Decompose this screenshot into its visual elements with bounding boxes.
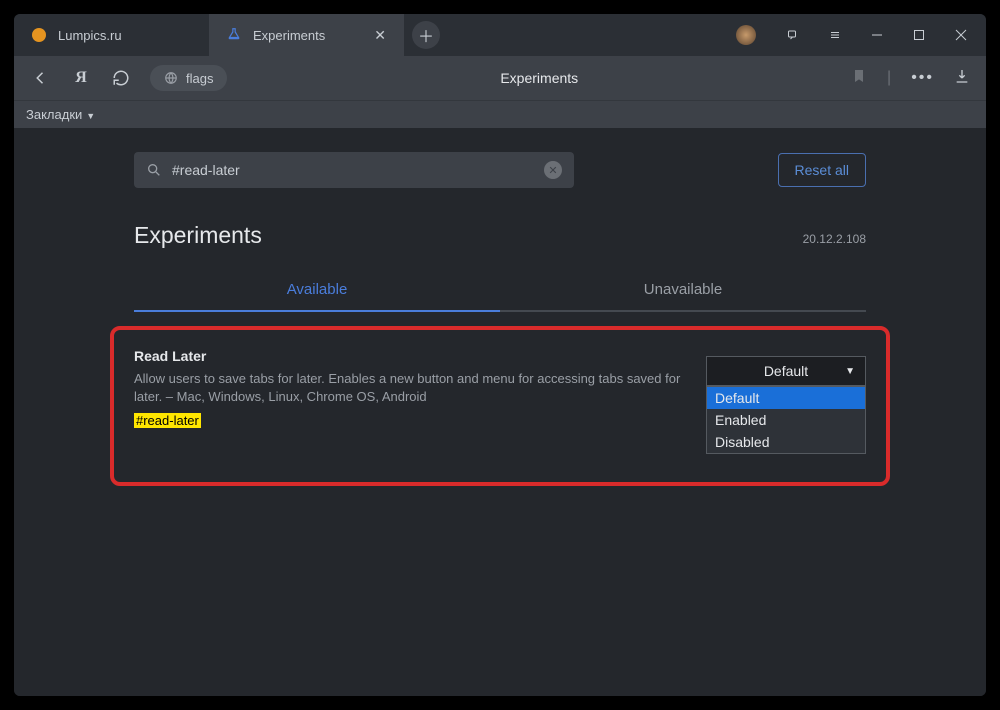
browser-window: Lumpics.ru Experiments ✕ ＋ (14, 14, 986, 696)
download-icon[interactable] (954, 68, 970, 89)
avatar[interactable] (736, 25, 756, 45)
chevron-down-icon: ▼ (845, 366, 855, 377)
more-icon[interactable]: ••• (911, 69, 934, 87)
flag-description: Allow users to save tabs for later. Enab… (134, 370, 686, 406)
flag-select: Default ▼ Default Enabled Disabled (706, 356, 866, 386)
tab-label: Experiments (253, 28, 325, 43)
home-button[interactable]: Я (70, 67, 92, 89)
search-row: ✕ Reset all (14, 152, 986, 188)
search-box[interactable]: ✕ (134, 152, 574, 188)
maximize-button[interactable] (898, 14, 940, 56)
minimize-button[interactable] (856, 14, 898, 56)
reload-button[interactable] (110, 67, 132, 89)
address-bar[interactable]: flags (150, 65, 227, 91)
flag-text: Read Later Allow users to save tabs for … (134, 348, 686, 430)
bookmarks-bar: Закладки▼ (14, 100, 986, 128)
bookmark-icon[interactable] (851, 68, 867, 89)
new-tab-button[interactable]: ＋ (412, 21, 440, 49)
menu-icon[interactable] (814, 14, 856, 56)
search-input[interactable] (172, 162, 534, 178)
back-button[interactable] (30, 67, 52, 89)
flag-card: Read Later Allow users to save tabs for … (114, 330, 886, 482)
option-default[interactable]: Default (707, 387, 865, 409)
tab-available[interactable]: Available (134, 269, 500, 312)
search-icon (146, 162, 162, 178)
window-controls (736, 14, 986, 56)
experiments-header: Experiments 20.12.2.108 (14, 222, 986, 249)
flag-select-value: Default (764, 363, 808, 379)
flag-title: Read Later (134, 348, 686, 364)
flag-select-button[interactable]: Default ▼ (706, 356, 866, 386)
chevron-down-icon: ▼ (86, 111, 95, 121)
globe-icon (164, 71, 178, 85)
separator: | (887, 69, 891, 87)
page-title: Experiments (245, 70, 833, 86)
window-close-button[interactable] (940, 14, 982, 56)
flag-hash: #read-later (134, 413, 201, 428)
option-enabled[interactable]: Enabled (707, 409, 865, 431)
feedback-icon[interactable] (772, 14, 814, 56)
clear-search-button[interactable]: ✕ (544, 161, 562, 179)
close-icon[interactable]: ✕ (374, 28, 386, 42)
reset-all-button[interactable]: Reset all (778, 153, 866, 187)
toolbar: Я flags Experiments | ••• (14, 56, 986, 100)
experiments-title: Experiments (134, 222, 262, 249)
toolbar-right: | ••• (851, 68, 970, 89)
tab-experiments[interactable]: Experiments ✕ (209, 14, 404, 56)
flag-dropdown: Default Enabled Disabled (706, 386, 866, 454)
tab-lumpics[interactable]: Lumpics.ru (14, 14, 209, 56)
flag-tabs: Available Unavailable (14, 269, 986, 312)
option-disabled[interactable]: Disabled (707, 431, 865, 453)
tab-unavailable[interactable]: Unavailable (500, 269, 866, 312)
version-label: 20.12.2.108 (803, 232, 866, 246)
tab-label: Lumpics.ru (58, 28, 122, 43)
page-content: ✕ Reset all Experiments 20.12.2.108 Avai… (14, 128, 986, 696)
favicon-lumpics (32, 28, 46, 42)
flag-card-highlight: Read Later Allow users to save tabs for … (114, 330, 886, 482)
bookmarks-menu[interactable]: Закладки▼ (26, 107, 95, 122)
flask-icon (227, 27, 241, 44)
address-text: flags (186, 71, 213, 86)
tab-strip: Lumpics.ru Experiments ✕ ＋ (14, 14, 986, 56)
